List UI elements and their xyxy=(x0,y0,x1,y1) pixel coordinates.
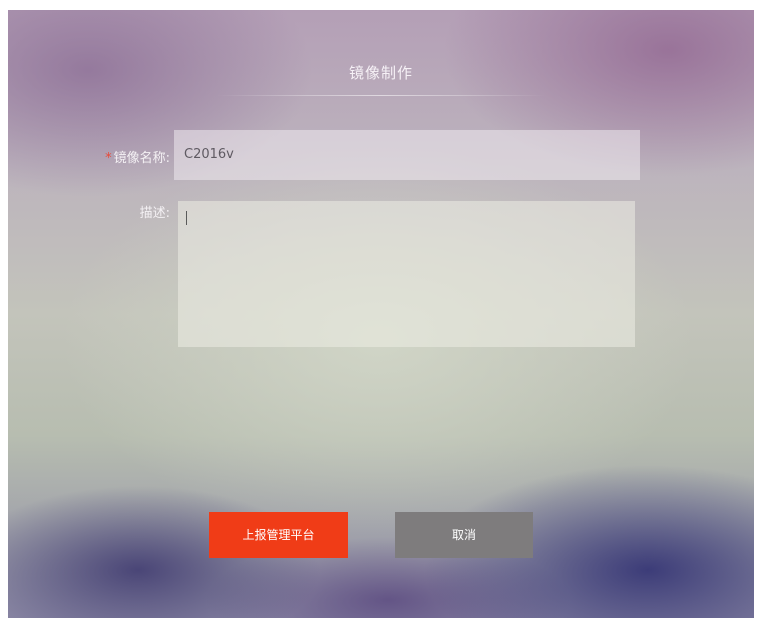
image-name-input[interactable]: C2016v xyxy=(174,130,640,180)
title-divider xyxy=(216,95,546,96)
description-textarea[interactable] xyxy=(178,201,635,347)
image-name-label-text: 镜像名称: xyxy=(113,151,170,166)
cancel-button[interactable]: 取消 xyxy=(395,512,533,558)
description-label: 描述: xyxy=(139,206,170,221)
dialog-screen: 镜像制作 * 镜像名称: C2016v 描述: 上报管理平台 取消 xyxy=(8,10,754,618)
text-caret xyxy=(186,211,187,225)
image-name-label: * 镜像名称: xyxy=(78,147,170,166)
dialog-title: 镜像制作 xyxy=(348,64,413,82)
required-mark: * xyxy=(105,151,112,166)
submit-to-management-platform-button[interactable]: 上报管理平台 xyxy=(209,512,348,558)
